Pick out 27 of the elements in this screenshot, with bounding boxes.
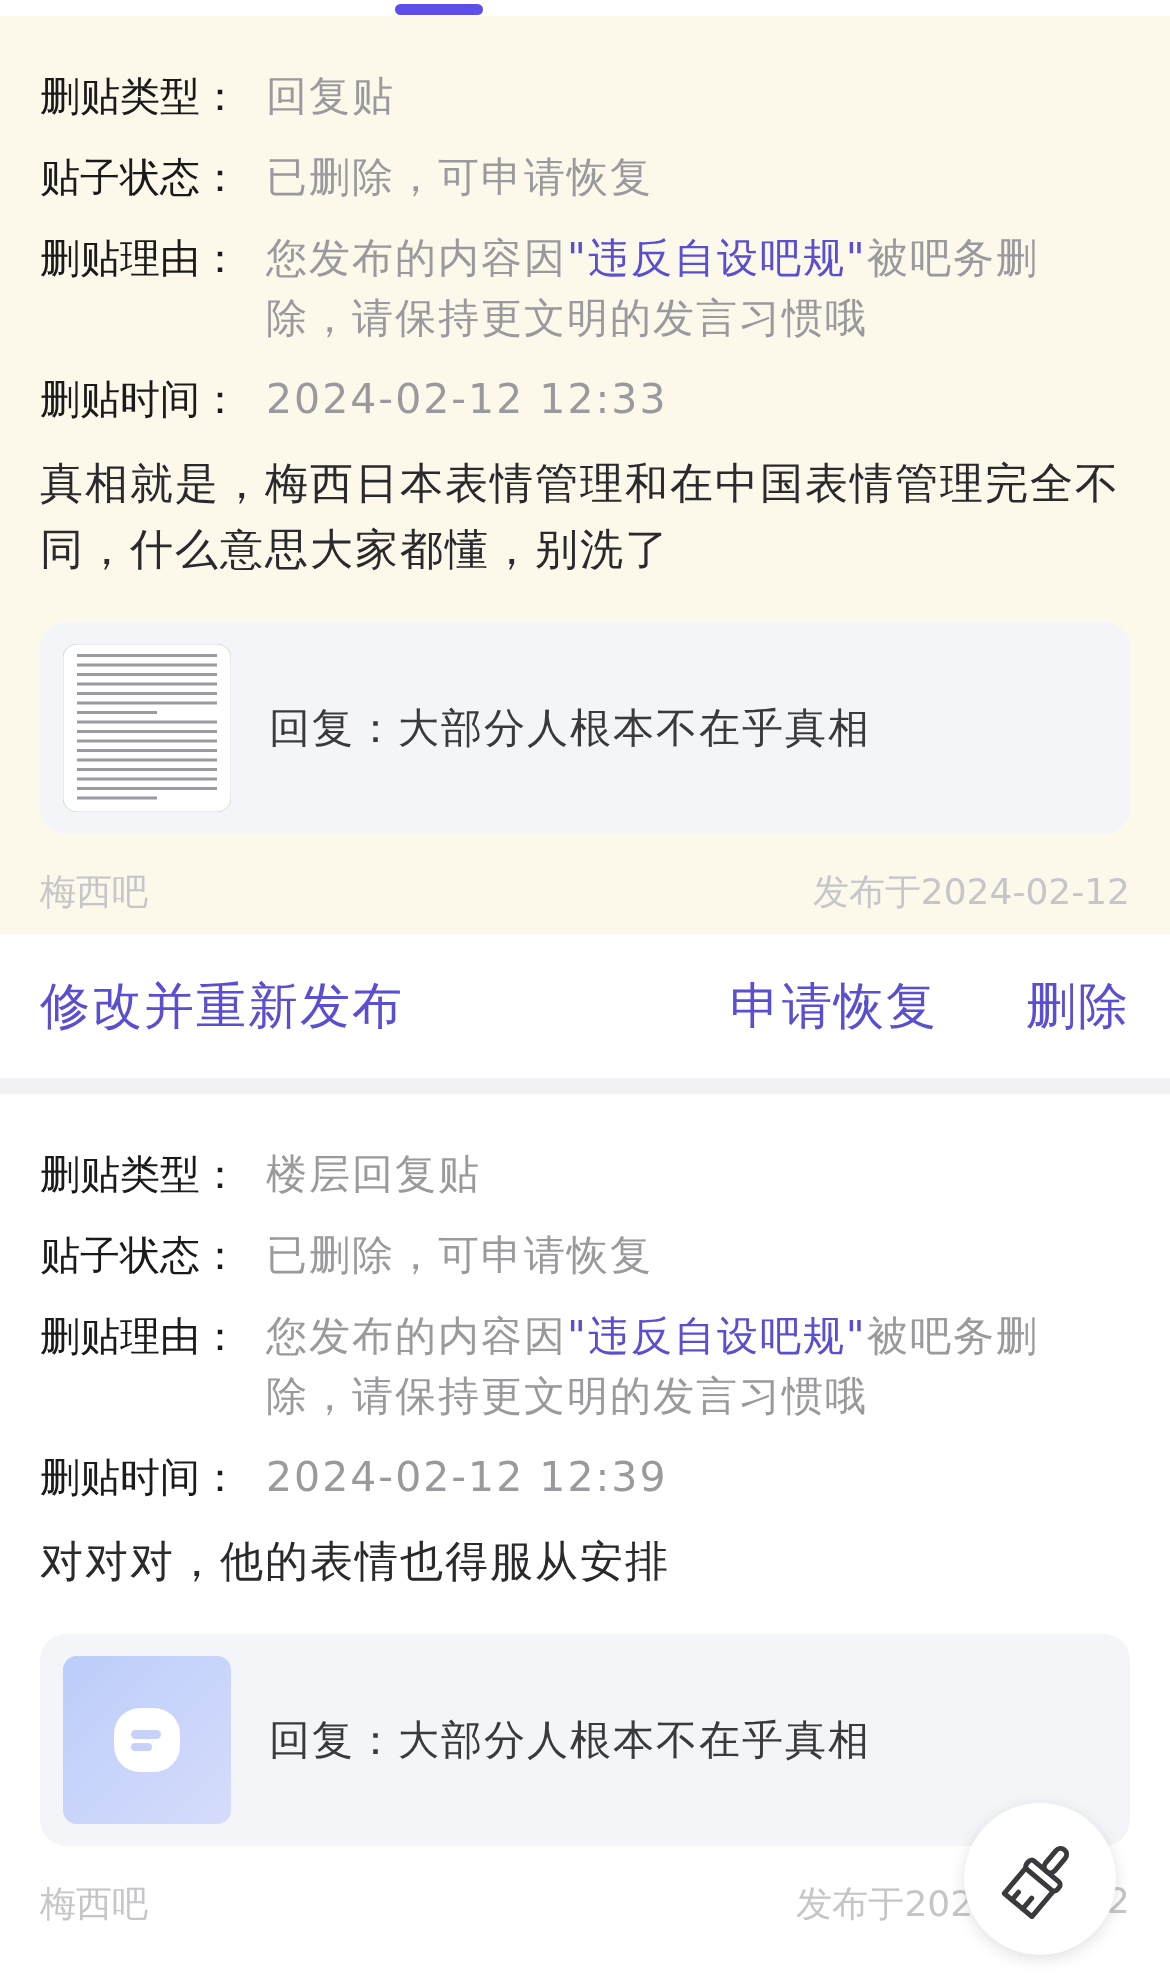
quote-text: 回复：大部分人根本不在乎真相 xyxy=(269,702,871,754)
field-label: 删贴类型： xyxy=(40,1150,241,1199)
field-value: 已删除，可申请恢复 xyxy=(266,152,653,203)
field-value: 2024-02-12 12:33 xyxy=(266,374,668,425)
field-label: 贴子状态： xyxy=(40,153,241,202)
field-value: 楼层回复贴 xyxy=(266,1149,481,1200)
field-value: 回复贴 xyxy=(266,71,395,122)
field-value: 您发布的内容因"违反自设吧规"被吧务删除，请保持更文明的发言习惯哦 xyxy=(266,1311,1040,1422)
post-date: 发布于202 xyxy=(796,1882,974,1926)
action-link[interactable]: 删除 xyxy=(1026,972,1130,1040)
quoted-post[interactable]: 回复：大部分人根本不在乎真相 xyxy=(40,1634,1130,1846)
field-value: 2024-02-12 12:39 xyxy=(266,1452,668,1503)
field-label: 删贴类型： xyxy=(40,72,241,121)
image-placeholder-icon xyxy=(63,1656,231,1824)
post-content: 对对对，他的表情也得服从安排 xyxy=(40,1535,671,1588)
field-label: 删贴时间： xyxy=(40,375,241,424)
field-label: 贴子状态： xyxy=(40,1231,241,1280)
field-label: 删贴理由： xyxy=(40,234,241,283)
field-value: 已删除，可申请恢复 xyxy=(266,1230,653,1281)
quoted-post[interactable]: 回复：大部分人根本不在乎真相 xyxy=(40,622,1130,834)
field-label: 删贴时间： xyxy=(40,1453,241,1502)
field-value: 您发布的内容因"违反自设吧规"被吧务删除，请保持更文明的发言习惯哦 xyxy=(266,233,1040,344)
quote-text: 回复：大部分人根本不在乎真相 xyxy=(269,1714,871,1766)
field-label: 删贴理由： xyxy=(40,1312,241,1361)
action-link[interactable]: 申请恢复 xyxy=(730,972,938,1040)
post-content: 真相就是，梅西日本表情管理和在中国表情管理完全不同，什么意思大家都懂，别洗了 xyxy=(40,457,1121,576)
action-link[interactable]: 修改并重新发布 xyxy=(40,972,642,1040)
